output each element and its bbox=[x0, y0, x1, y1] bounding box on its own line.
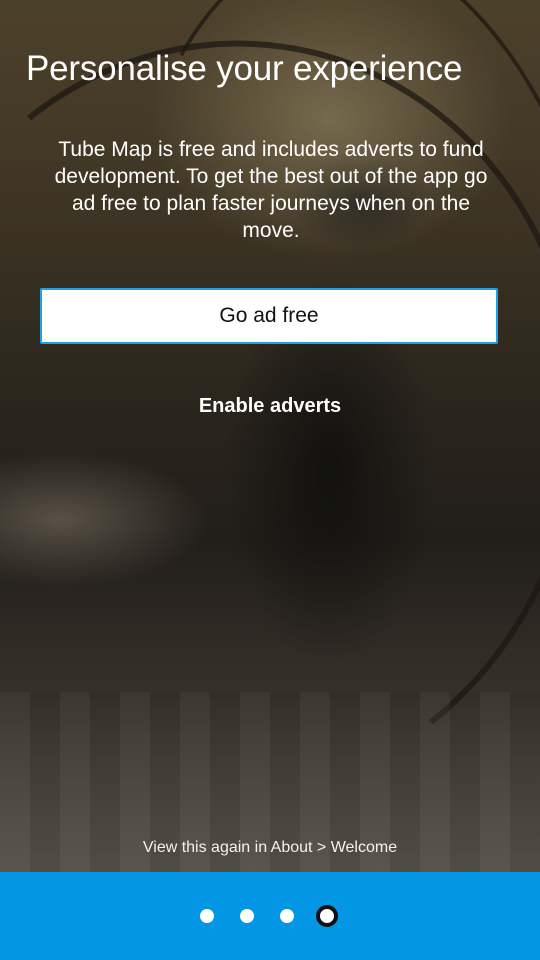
go-ad-free-button-label: Go ad free bbox=[219, 304, 319, 327]
page-indicator-dot-2[interactable] bbox=[240, 909, 254, 923]
page-indicator bbox=[200, 904, 338, 928]
revisit-hint-text: View this again in About > Welcome bbox=[142, 839, 398, 856]
page-title: Personalise your experience bbox=[26, 49, 463, 88]
go-ad-free-button[interactable]: Go ad free bbox=[40, 288, 498, 344]
page-indicator-dot-3[interactable] bbox=[280, 909, 294, 923]
onboarding-page: Personalise your experience Tube Map is … bbox=[0, 0, 540, 872]
description-text: Tube Map is free and includes adverts to… bbox=[54, 138, 488, 242]
enable-adverts-link[interactable]: Enable adverts bbox=[0, 394, 540, 418]
page-indicator-dot-4-active[interactable] bbox=[316, 905, 338, 927]
page-indicator-dot-1[interactable] bbox=[200, 909, 214, 923]
